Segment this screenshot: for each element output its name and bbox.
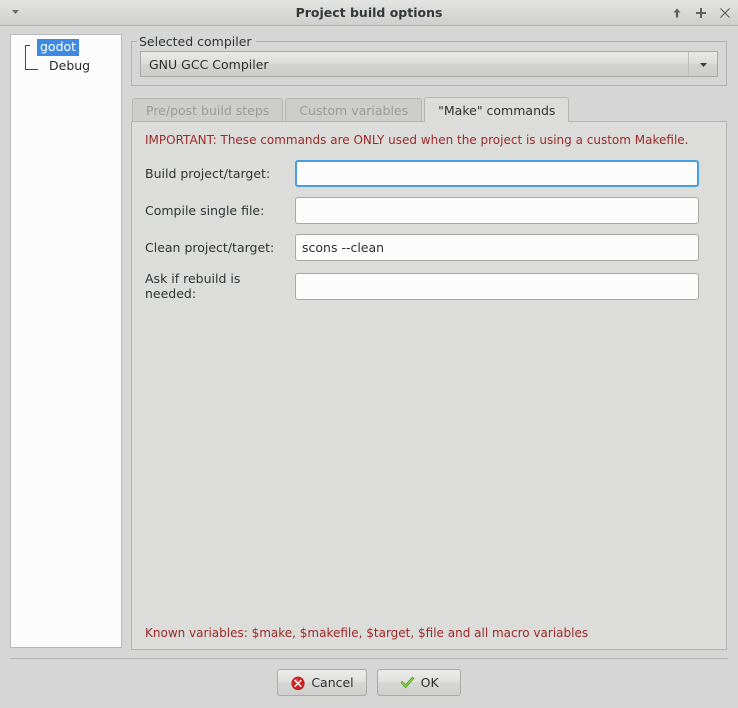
content-spacer (145, 301, 713, 626)
project-build-options-dialog: Project build options (0, 0, 738, 708)
compiler-select[interactable]: GNU GCC Compiler (140, 51, 718, 77)
form-row-compile-single-file: Compile single file: (145, 197, 713, 224)
tree-item-label: Debug (49, 58, 90, 73)
selected-compiler-legend: Selected compiler (137, 34, 256, 49)
dialog-body: godot Debug Selected compiler GNU GCC Co… (0, 26, 738, 650)
build-project-label: Build project/target: (145, 166, 295, 181)
options-tabstrip: Pre/post build steps Custom variables "M… (131, 96, 727, 121)
ask-if-rebuild-label: Ask if rebuild is needed: (145, 271, 295, 301)
options-panel: Selected compiler GNU GCC Compiler Pre/p… (131, 34, 728, 650)
tab-custom-variables[interactable]: Custom variables (285, 98, 422, 121)
important-note: IMPORTANT: These commands are ONLY used … (145, 133, 713, 147)
cancel-button-label: Cancel (311, 675, 353, 690)
build-project-input[interactable] (295, 160, 699, 187)
close-button[interactable] (717, 6, 732, 21)
build-targets-tree[interactable]: godot Debug (10, 34, 122, 648)
form-row-build-project: Build project/target: (145, 160, 713, 187)
form-row-ask-if-rebuild: Ask if rebuild is needed: (145, 271, 713, 301)
window-title: Project build options (0, 5, 738, 20)
triangle-down-icon[interactable] (688, 52, 717, 76)
tree-item-debug[interactable]: Debug (21, 56, 121, 75)
make-commands-panel: IMPORTANT: These commands are ONLY used … (131, 121, 727, 650)
clean-project-label: Clean project/target: (145, 240, 295, 255)
form-row-clean-project: Clean project/target: (145, 234, 713, 261)
tab-make-commands[interactable]: "Make" commands (424, 97, 569, 122)
close-x-icon (719, 7, 731, 19)
ok-button-label: OK (421, 675, 439, 690)
tab-pre-post-build-steps[interactable]: Pre/post build steps (132, 98, 283, 121)
cancel-button[interactable]: Cancel (277, 669, 366, 696)
window-menu-button[interactable] (0, 0, 30, 26)
tab-label: Pre/post build steps (146, 103, 269, 118)
arrow-up-icon (671, 7, 683, 19)
maximize-button[interactable] (693, 6, 708, 21)
window-controls (669, 0, 732, 26)
titlebar: Project build options (0, 0, 738, 26)
ask-if-rebuild-input[interactable] (295, 273, 699, 300)
tab-label: "Make" commands (438, 103, 555, 118)
clean-project-input[interactable] (295, 234, 699, 261)
known-variables-note: Known variables: $make, $makefile, $targ… (145, 626, 713, 649)
chevron-down-icon (10, 6, 21, 20)
tree-inner: godot Debug (11, 39, 121, 75)
check-mark-icon (399, 675, 416, 691)
compile-single-file-input[interactable] (295, 197, 699, 224)
shade-button[interactable] (669, 6, 684, 21)
tree-item-godot[interactable]: godot (21, 39, 121, 56)
plus-icon (695, 7, 707, 19)
tab-label: Custom variables (299, 103, 408, 118)
ok-button[interactable]: OK (377, 669, 461, 696)
make-commands-form: Build project/target: Compile single fil… (145, 160, 713, 301)
compiler-select-value: GNU GCC Compiler (149, 57, 269, 72)
error-circle-icon (290, 675, 306, 691)
compile-single-file-label: Compile single file: (145, 203, 295, 218)
selected-compiler-group: Selected compiler GNU GCC Compiler (131, 41, 727, 86)
dialog-footer: Cancel OK (10, 658, 728, 708)
tree-item-label: godot (37, 39, 79, 56)
